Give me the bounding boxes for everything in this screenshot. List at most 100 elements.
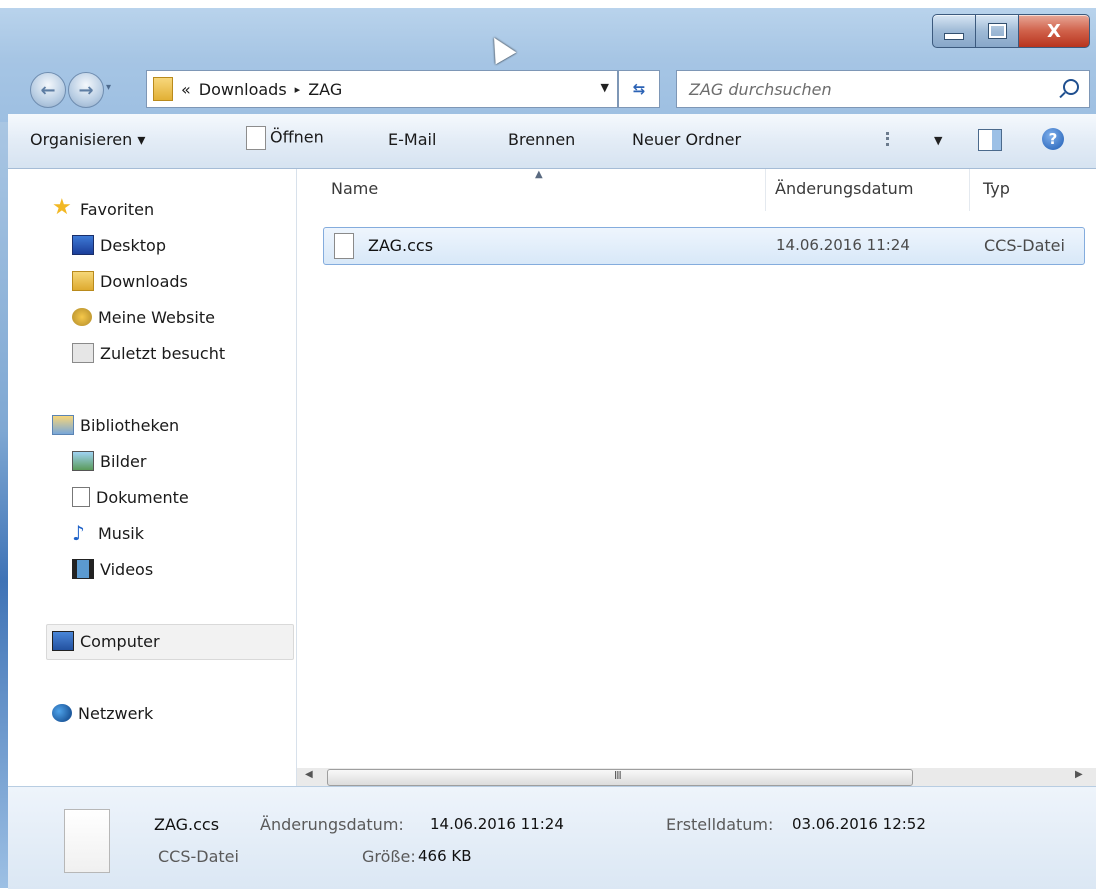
forward-arrow-icon: → — [78, 79, 94, 101]
sidebar-item-label: Videos — [100, 559, 154, 579]
view-dropdown-icon[interactable]: ▼ — [934, 134, 942, 147]
details-created-label: Erstelldatum: — [666, 815, 774, 834]
sidebar-item-label: Musik — [98, 523, 144, 543]
scroll-thumb[interactable]: III — [327, 769, 913, 786]
refresh-icon: ⇆ — [632, 80, 646, 98]
network-icon — [52, 704, 72, 722]
file-modified: 14.06.2016 11:24 — [776, 236, 910, 254]
sidebar-item-musik[interactable]: ♪ Musik — [72, 519, 144, 547]
details-pane: ZAG.ccs CCS-Datei Änderungsdatum: 14.06.… — [8, 786, 1096, 889]
sidebar-item-label: Dokumente — [96, 487, 189, 507]
sidebar-item-label: Favoriten — [80, 199, 155, 219]
computer-icon — [52, 631, 74, 651]
recent-pages-dropdown[interactable]: ▾ — [106, 82, 118, 96]
videos-icon — [72, 559, 94, 579]
open-button[interactable]: Öffnen — [246, 126, 324, 150]
large-file-icon — [64, 809, 110, 873]
column-divider[interactable] — [969, 169, 970, 211]
sidebar-item-label: Desktop — [100, 235, 166, 255]
caption-buttons: X — [932, 14, 1090, 48]
breadcrumb-separator-icon[interactable]: ▸ — [295, 83, 301, 96]
sidebar-item-meine-website[interactable]: Meine Website — [72, 303, 215, 331]
search-input[interactable]: ZAG durchsuchen — [689, 80, 832, 99]
sidebar-item-bilder[interactable]: Bilder — [72, 447, 146, 475]
column-header-name[interactable]: Name — [331, 179, 378, 198]
breadcrumb-downloads[interactable]: Downloads — [199, 80, 287, 99]
close-button[interactable]: X — [1019, 14, 1090, 48]
sidebar-item-dokumente[interactable]: Dokumente — [72, 483, 189, 511]
column-header-modified[interactable]: Änderungsdatum — [775, 179, 913, 198]
folder-icon — [153, 77, 173, 101]
column-header-type[interactable]: Typ — [983, 179, 1010, 198]
address-overflow[interactable]: « — [181, 80, 191, 99]
column-divider[interactable] — [765, 169, 766, 211]
music-icon: ♪ — [72, 521, 85, 545]
desktop-icon — [72, 235, 94, 255]
scroll-left-icon[interactable]: ◀ — [305, 769, 313, 780]
sidebar-item-favoriten[interactable]: ★ Favoriten — [52, 195, 154, 223]
file-icon — [246, 126, 266, 150]
star-icon: ★ — [52, 195, 72, 220]
downloads-folder-icon — [72, 271, 94, 291]
open-label: Öffnen — [270, 127, 324, 147]
back-arrow-icon: ← — [40, 79, 56, 101]
sidebar-item-computer[interactable]: Computer — [52, 627, 160, 655]
file-icon — [334, 233, 354, 259]
sidebar-item-label: Bibliotheken — [80, 415, 180, 435]
maximize-icon — [987, 23, 1007, 39]
close-icon: X — [1047, 20, 1061, 42]
sort-ascending-icon: ▲ — [535, 169, 543, 180]
search-icon[interactable] — [1063, 79, 1079, 95]
sidebar-item-label: Computer — [80, 631, 160, 651]
refresh-button[interactable]: ⇆ — [618, 70, 660, 108]
sidebar-item-label: Zuletzt besucht — [100, 343, 226, 363]
burn-button[interactable]: Brennen — [508, 130, 575, 149]
file-list: ▲ Name Änderungsdatum Typ ZAG.ccs 14.06.… — [297, 169, 1096, 786]
navigation-row: ← → ▾ « Downloads ▸ ZAG ▼ ⇆ ZAG durchsuc… — [30, 70, 1090, 110]
maximize-button[interactable] — [976, 14, 1019, 48]
sidebar-item-zuletzt-besucht[interactable]: Zuletzt besucht — [72, 339, 225, 367]
libraries-icon — [52, 415, 74, 435]
details-size-value: 466 KB — [418, 847, 472, 865]
view-options-icon[interactable] — [886, 132, 905, 146]
details-modified-value: 14.06.2016 11:24 — [430, 815, 564, 833]
recent-places-icon — [72, 343, 94, 363]
details-size-label: Größe: — [362, 847, 416, 866]
pictures-icon — [72, 451, 94, 471]
sidebar-item-downloads[interactable]: Downloads — [72, 267, 188, 295]
email-button[interactable]: E-Mail — [388, 130, 436, 149]
website-icon — [72, 308, 92, 326]
address-dropdown-icon[interactable]: ▼ — [601, 81, 609, 94]
breadcrumb-zag[interactable]: ZAG — [308, 80, 342, 99]
file-row[interactable]: ZAG.ccs 14.06.2016 11:24 CCS-Datei — [323, 227, 1085, 265]
sidebar-item-videos[interactable]: Videos — [72, 555, 153, 583]
window-frame-left — [0, 122, 8, 888]
command-bar: Organisieren ▾ Öffnen E-Mail Brennen Neu… — [8, 114, 1096, 169]
forward-button[interactable]: → — [68, 72, 104, 108]
documents-icon — [72, 487, 90, 507]
minimize-button[interactable] — [932, 14, 976, 48]
search-box[interactable]: ZAG durchsuchen — [676, 70, 1090, 108]
preview-pane-icon[interactable] — [978, 129, 1002, 151]
help-icon[interactable]: ? — [1042, 128, 1064, 150]
sidebar-item-desktop[interactable]: Desktop — [72, 231, 166, 259]
sidebar-item-netzwerk[interactable]: Netzwerk — [52, 699, 153, 727]
sidebar-item-bibliotheken[interactable]: Bibliotheken — [52, 411, 179, 439]
organize-button[interactable]: Organisieren ▾ — [30, 130, 145, 149]
details-filetype: CCS-Datei — [158, 847, 239, 866]
file-type: CCS-Datei — [984, 236, 1065, 255]
file-name: ZAG.ccs — [368, 236, 434, 255]
title-bar: X ← → ▾ « Downloads ▸ ZAG ▼ ⇆ ZAG durchs… — [0, 8, 1096, 122]
minimize-icon — [944, 32, 964, 40]
back-button[interactable]: ← — [30, 72, 66, 108]
details-created-value: 03.06.2016 12:52 — [792, 815, 926, 833]
scroll-right-icon[interactable]: ▶ — [1075, 769, 1083, 780]
scroll-grip-icon: III — [614, 769, 622, 782]
new-folder-button[interactable]: Neuer Ordner — [632, 130, 741, 149]
horizontal-scrollbar[interactable]: ◀ III ▶ — [297, 768, 1096, 786]
navigation-pane: ★ Favoriten Desktop Downloads Meine Webs… — [8, 169, 297, 786]
address-bar[interactable]: « Downloads ▸ ZAG ▼ — [146, 70, 618, 108]
sidebar-item-label: Netzwerk — [78, 703, 154, 723]
sidebar-item-label: Meine Website — [98, 307, 215, 327]
details-filename: ZAG.ccs — [154, 815, 220, 834]
